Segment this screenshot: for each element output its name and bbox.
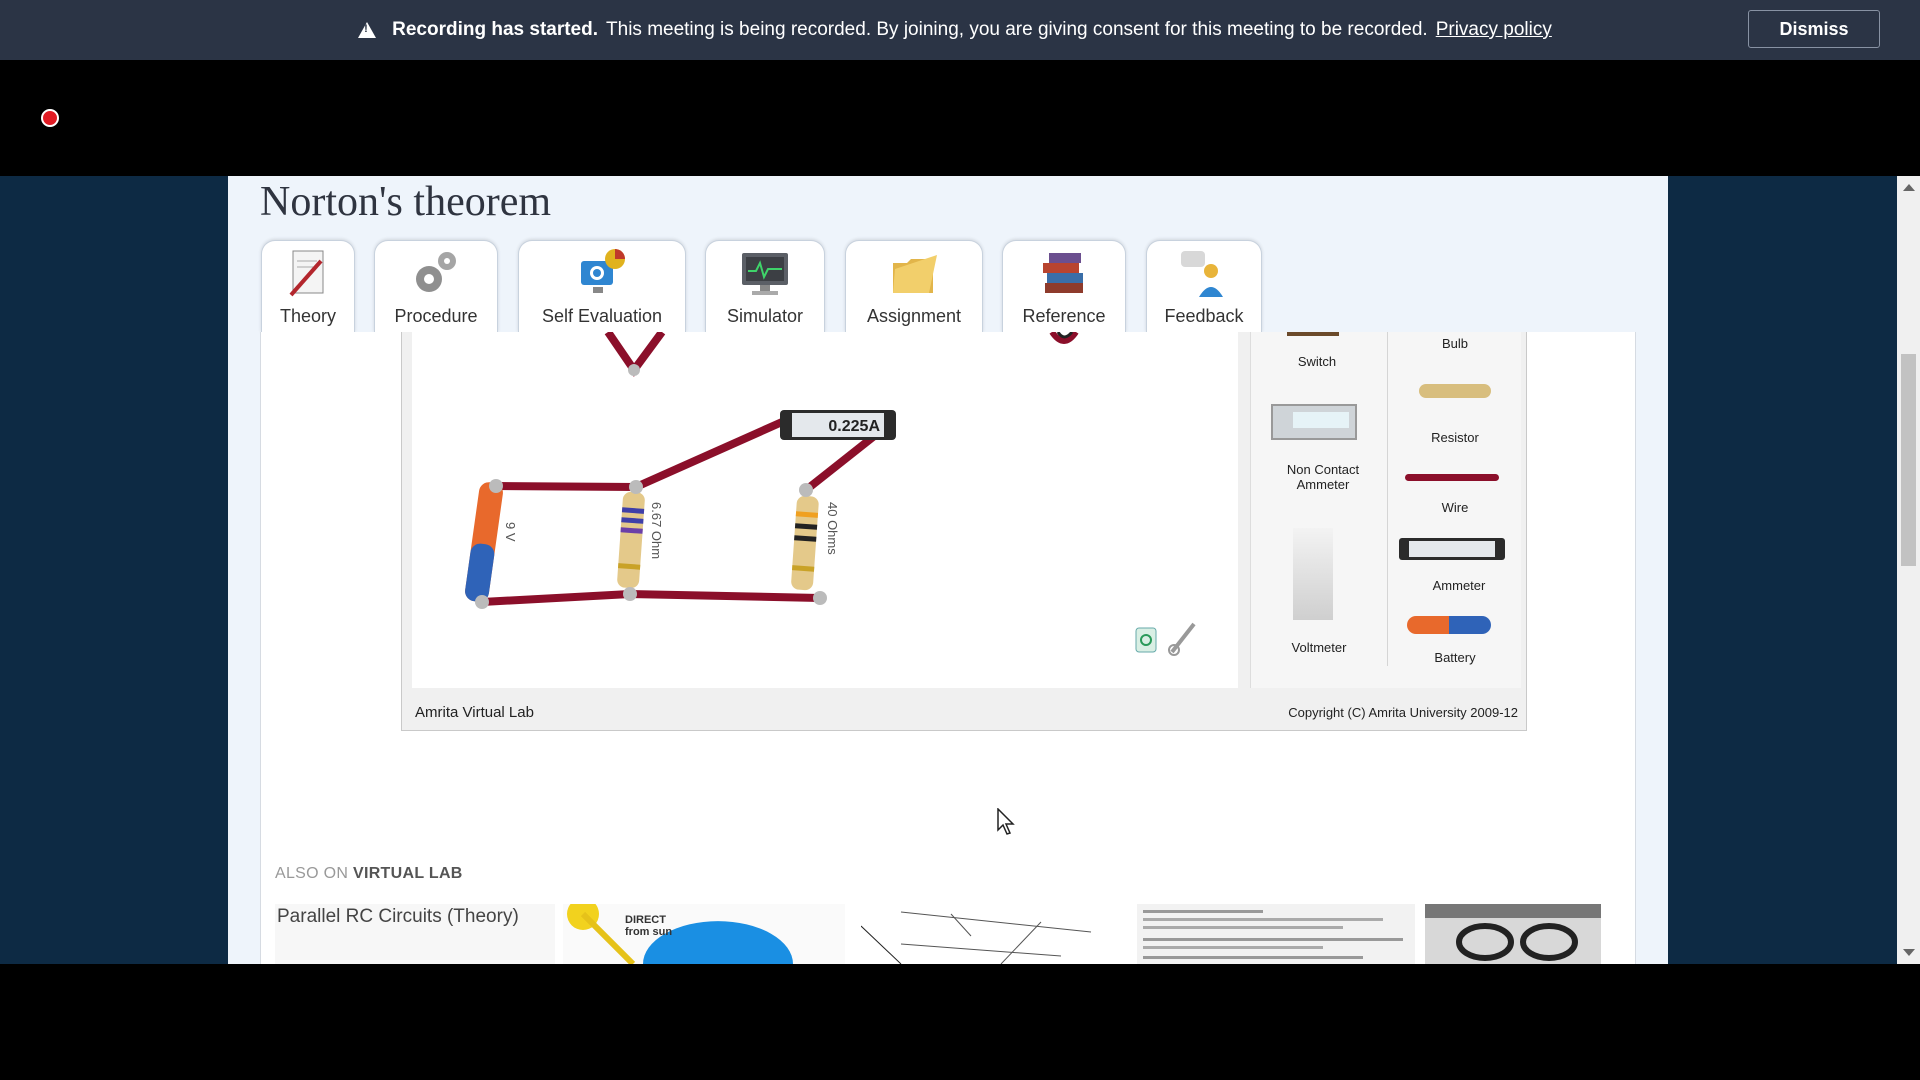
diagram-image: [861, 911, 1092, 964]
warning-icon: [358, 22, 377, 38]
related-card[interactable]: [1425, 904, 1601, 964]
battery[interactable]: [464, 481, 504, 603]
resistor1-label: 6.67 Ohm: [649, 502, 664, 559]
switch-label: Switch: [1297, 354, 1337, 369]
tab-assignment[interactable]: Assignment: [845, 240, 983, 333]
recording-banner: Recording has started. This meeting is b…: [0, 0, 1920, 60]
trash-icon[interactable]: [1135, 627, 1157, 653]
portrait-image: [1425, 904, 1601, 964]
sun-diagram-text: DIRECT from sun: [625, 914, 673, 938]
simulator-footer-left: Amrita Virtual Lab: [415, 704, 534, 721]
code-screenshot-image: [1143, 910, 1403, 959]
scroll-up-icon[interactable]: [1903, 184, 1915, 191]
circuit-drawing: 9 V 6.67 Ohm 40 Ohms 0.225A: [464, 329, 1196, 656]
dismiss-button[interactable]: Dismiss: [1748, 10, 1880, 48]
voltmeter-label: Voltmeter: [1291, 640, 1347, 655]
battery-label: Battery: [1434, 650, 1476, 665]
resistor-component[interactable]: [1419, 384, 1491, 398]
also-prefix: ALSO ON: [275, 865, 349, 882]
wire-node[interactable]: [475, 595, 489, 609]
recording-title: Recording has started.: [392, 19, 599, 40]
tab-label: Reference: [1022, 306, 1106, 326]
privacy-policy-link[interactable]: Privacy policy: [1436, 19, 1552, 41]
gears-icon: [416, 252, 456, 292]
self-evaluation-icon: [581, 249, 625, 293]
related-card[interactable]: [861, 904, 1125, 964]
tab-label: Self Evaluation: [541, 306, 663, 326]
simulator: 9 V 6.67 Ohm 40 Ohms 0.225A Switch Non C…: [401, 329, 1527, 731]
scroll-down-icon[interactable]: [1903, 949, 1915, 956]
ammeter-reading: 0.225A: [828, 418, 880, 435]
wire-node[interactable]: [629, 480, 643, 494]
also-site: VIRTUAL LAB: [352, 865, 463, 882]
vertical-scrollbar[interactable]: [1897, 176, 1920, 964]
battery-component[interactable]: [1407, 616, 1491, 634]
recording-indicator-icon: [41, 109, 59, 127]
recording-message: Recording has started. This meeting is b…: [358, 19, 1552, 41]
sun-diagram-image: [567, 904, 793, 964]
related-card[interactable]: Parallel RC Circuits (Theory): [275, 904, 555, 964]
mouse-cursor-icon: [997, 808, 1015, 835]
ammeter-label: Ammeter: [1432, 578, 1486, 593]
non-contact-ammeter-component[interactable]: [1271, 404, 1357, 440]
battery-label: 9 V: [503, 522, 518, 542]
tab-label: Procedure: [394, 306, 478, 326]
wire-node[interactable]: [623, 587, 637, 601]
bulb-label: Bulb: [1441, 336, 1469, 351]
page-title: Norton's theorem: [260, 179, 552, 225]
recording-text: This meeting is being recorded. By joini…: [606, 19, 1428, 40]
wire-node[interactable]: [813, 591, 827, 605]
switch-component[interactable]: [1287, 332, 1339, 336]
wire[interactable]: [1056, 331, 1074, 339]
probe-icon[interactable]: [1168, 622, 1196, 656]
also-on-heading: ALSO ON VIRTUAL LAB: [275, 865, 463, 883]
non-contact-ammeter-label: Non Contact Ammeter: [1286, 462, 1360, 492]
tab-feedback[interactable]: Feedback: [1146, 240, 1262, 333]
tab-label: Feedback: [1164, 306, 1244, 326]
books-icon: [1043, 253, 1083, 293]
wire[interactable]: [495, 482, 637, 491]
resistor[interactable]: [791, 495, 820, 591]
tab-simulator[interactable]: Simulator: [705, 240, 825, 333]
wire-node[interactable]: [628, 364, 640, 376]
resistor-label: Resistor: [1431, 430, 1479, 445]
voltmeter-component[interactable]: [1293, 528, 1333, 620]
wire-node[interactable]: [799, 483, 813, 497]
tab-reference[interactable]: Reference: [1002, 240, 1126, 333]
wire-component[interactable]: [1405, 474, 1499, 481]
tab-self-evaluation[interactable]: Self Evaluation: [518, 240, 686, 333]
wire[interactable]: [634, 418, 784, 491]
simulator-copyright: Copyright (C) Amrita University 2009-12: [1288, 705, 1518, 720]
monitor-icon: [742, 253, 788, 295]
folder-icon: [893, 255, 937, 293]
related-card[interactable]: [1137, 904, 1415, 964]
tab-theory[interactable]: Theory: [261, 240, 355, 333]
circuit-canvas[interactable]: 9 V 6.67 Ohm 40 Ohms 0.225A: [412, 329, 1238, 688]
broken-image-alt: Parallel RC Circuits (Theory): [277, 906, 519, 927]
ammeter-component[interactable]: [1399, 538, 1505, 560]
theory-icon: [289, 250, 324, 297]
resistor2-label: 40 Ohms: [825, 502, 840, 555]
shared-screen: Norton's theorem Theory Procedure Self E…: [0, 176, 1920, 964]
feedback-icon: [1181, 251, 1223, 297]
related-card[interactable]: DIRECT from sun: [563, 904, 845, 964]
tab-label: Assignment: [866, 306, 962, 326]
wire[interactable]: [481, 589, 821, 606]
wire-label: Wire: [1441, 500, 1469, 515]
component-palette: Switch Non Contact Ammeter Voltmeter Bul…: [1250, 332, 1521, 688]
web-page: Norton's theorem Theory Procedure Self E…: [228, 176, 1668, 964]
tab-procedure[interactable]: Procedure: [374, 240, 498, 333]
scroll-thumb[interactable]: [1901, 354, 1916, 566]
tab-label: Theory: [279, 306, 337, 326]
resistor[interactable]: [617, 491, 646, 589]
tab-label: Simulator: [726, 306, 804, 326]
content-area: 9 V 6.67 Ohm 40 Ohms 0.225A Switch Non C…: [260, 329, 1636, 964]
wire-node[interactable]: [489, 479, 503, 493]
